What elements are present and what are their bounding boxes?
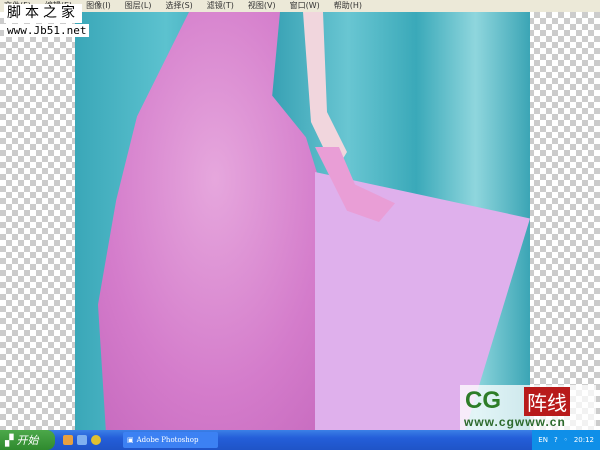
taskbar: ▞ 开始 ▣ Adobe Photoshop EN ? ◦ 20:12 (0, 430, 600, 450)
cg-logo: CG 阵线 www.cgwww.cn (460, 385, 596, 430)
tray-icon[interactable]: ◦ (564, 436, 568, 444)
watermark-site-url: www.Jb51.net (4, 24, 90, 37)
dress-shape (98, 12, 345, 430)
menu-view[interactable]: 视图(V) (248, 0, 276, 12)
menu-layer[interactable]: 图层(L) (125, 0, 152, 12)
menu-select[interactable]: 选择(S) (165, 0, 192, 12)
ie-icon[interactable] (77, 435, 87, 445)
cg-logo-chinese: 阵线 (524, 387, 570, 416)
media-icon[interactable] (91, 435, 101, 445)
cg-logo-url: www.cgwww.cn (464, 415, 566, 429)
photo-image (75, 12, 530, 430)
clock: 20:12 (573, 436, 594, 444)
windows-logo-icon: ▞ (5, 433, 14, 447)
start-button[interactable]: ▞ 开始 (0, 430, 55, 450)
menu-bar: 文件(F) 编辑(E) 图像(I) 图层(L) 选择(S) 滤镜(T) 视图(V… (0, 0, 600, 12)
start-label: 开始 (16, 434, 39, 447)
menu-image[interactable]: 图像(I) (86, 0, 111, 12)
menu-filter[interactable]: 滤镜(T) (207, 0, 234, 12)
photoshop-icon: ▣ (127, 436, 134, 444)
language-indicator[interactable]: EN (538, 436, 548, 444)
cg-logo-letters: CG (465, 387, 501, 414)
task-label: Adobe Photoshop (136, 436, 199, 444)
menu-help[interactable]: 帮助(H) (334, 0, 362, 12)
quick-launch (63, 435, 101, 445)
system-tray: EN ? ◦ 20:12 (532, 430, 600, 450)
watermark-site-name: 脚本之家 (4, 4, 82, 23)
document-canvas[interactable] (0, 12, 600, 430)
help-icon[interactable]: ? (554, 436, 558, 444)
quick-launch-icon[interactable] (63, 435, 73, 445)
menu-window[interactable]: 窗口(W) (290, 0, 320, 12)
taskbar-photoshop[interactable]: ▣ Adobe Photoshop (123, 432, 218, 448)
